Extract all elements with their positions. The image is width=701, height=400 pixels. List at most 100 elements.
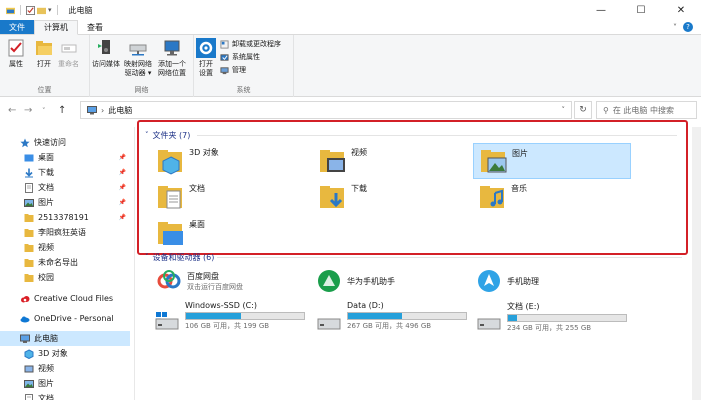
section-divider [197,135,677,136]
devices-header-label: 设备和驱动器 (6) [152,252,215,262]
open-settings-button[interactable]: 打开 设置 [196,38,216,78]
open-folder-icon [36,41,52,55]
folder-label: 下载 [351,184,367,193]
nav-documents-pc[interactable]: 文档 [0,391,130,400]
folder-videos[interactable]: 视频 [319,143,439,179]
ribbon-group-network: 访问媒体 映射网络 驱动器 ▾ 添加一个 网络位置 网络 [90,35,194,97]
ribbon-group-location: 属性 打开 重命名 位置 [0,35,90,97]
nav-this-pc[interactable]: 此电脑 [0,331,130,346]
pin-icon[interactable]: 📌 [119,154,126,161]
pictures-folder-icon [481,150,507,173]
nav-onedrive[interactable]: OneDrive - Personal [0,311,130,326]
forward-arrow-icon[interactable]: → [24,105,32,116]
system-properties-icon [220,53,229,61]
folder-icon [24,228,34,237]
folder-documents[interactable]: 文档 [157,179,277,215]
drive-e[interactable]: 文档 (E:) 234 GB 可用，共 255 GB [477,301,637,337]
rename-button[interactable]: 重命名 [58,38,79,69]
window-controls: — ☐ ✕ [581,0,701,20]
close-button[interactable]: ✕ [661,0,701,20]
nav-3d-objects[interactable]: 3D 对象 [0,346,130,361]
rename-icon [61,44,76,53]
back-arrow-icon[interactable]: ← [8,105,16,116]
group-label-location: 位置 [37,86,52,94]
app-text: 华为手机助手 [347,276,395,287]
nav-pictures[interactable]: 图片 📌 [0,195,130,210]
help-icon[interactable]: ? [683,22,693,32]
maximize-button[interactable]: ☐ [621,0,661,20]
nav-folder-2513378191[interactable]: 2513378191 📌 [0,210,130,225]
access-media-button[interactable]: 访问媒体 [92,38,120,69]
folder-3d-objects[interactable]: 3D 对象 [157,143,277,179]
app-huawei-assistant[interactable]: 华为手机助手 [317,266,467,296]
system-properties-label: 系统属性 [232,53,260,61]
nav-quick-access[interactable]: 快速访问 [0,135,130,150]
manage-button[interactable]: 管理 [220,65,281,75]
folder-pictures[interactable]: 图片 [473,143,631,179]
refresh-button[interactable]: ↻ [574,101,592,119]
properties-button[interactable]: 属性 [6,38,26,69]
pin-icon[interactable]: 📌 [119,199,126,206]
address-dropdown-icon[interactable]: ˅ [562,106,566,114]
folder-downloads[interactable]: 下载 [319,179,439,215]
downloads-folder-icon [320,186,344,208]
tab-computer[interactable]: 计算机 [34,20,78,35]
open-button[interactable]: 打开 [34,38,54,69]
desktop-folder-icon [158,222,183,245]
app-baidu-netdisk[interactable]: 百度网盘 双击运行百度网盘 [157,266,307,296]
tab-view[interactable]: 查看 [78,20,112,34]
map-network-drive-button[interactable]: 映射网络 驱动器 ▾ [124,38,152,78]
pin-icon[interactable]: 📌 [119,169,126,176]
pane-splitter[interactable] [134,127,135,400]
properties-check-icon[interactable] [26,5,35,15]
drive-usage-bar [507,314,627,322]
add-network-location-button[interactable]: 添加一个 网络位置 [158,38,186,78]
nav-folder-unnamed-export[interactable]: 未命名导出 [0,255,130,270]
phone-assistant-icon [478,270,500,292]
minimize-button[interactable]: — [581,0,621,20]
collapse-chevron-icon[interactable]: ˅ [145,131,149,139]
up-arrow-icon[interactable]: ↑ [58,105,66,116]
search-box[interactable]: ⚲ 在 此电脑 中搜索 [596,101,697,119]
3d-objects-folder-icon [158,150,182,175]
pin-icon[interactable]: 📌 [119,184,126,191]
nav-videos[interactable]: 视频 [0,361,130,376]
collapse-chevron-icon[interactable]: ˅ [145,253,149,261]
nav-downloads[interactable]: 下载 📌 [0,165,130,180]
nav-folder-campus[interactable]: 校园 [0,270,130,285]
tab-file[interactable]: 文件 [0,20,34,34]
recent-locations-chevron-icon[interactable]: ˅ [42,107,46,115]
nav-label: 视频 [38,364,54,373]
uninstall-program-button[interactable]: 卸载或更改程序 [220,39,281,49]
drive-info: 文档 (E:) 234 GB 可用，共 255 GB [507,301,627,333]
nav-folder-videos[interactable]: 视频 [0,240,130,255]
nav-pictures-pc[interactable]: 图片 [0,376,130,391]
app-phone-assistant[interactable]: 手机助理 [477,266,627,296]
address-bar[interactable]: › 此电脑 ˅ [80,101,572,119]
drive-c[interactable]: Windows-SSD (C:) 106 GB 可用，共 199 GB [155,301,315,337]
nav-desktop[interactable]: 桌面 📌 [0,150,130,165]
devices-section-header[interactable]: ˅ 设备和驱动器 (6) [145,251,214,263]
folder-desktop[interactable]: 桌面 [157,215,277,251]
nav-label: Creative Cloud Files [34,294,114,303]
quick-access-dropdown-icon[interactable]: ▾ [48,6,52,14]
vertical-scrollbar[interactable] [692,127,701,400]
address-chevron-icon[interactable]: › [101,106,104,115]
search-input[interactable]: 在 此电脑 中搜索 [613,105,674,116]
folder-label: 文档 [189,184,205,193]
folder-icon [24,258,34,267]
folder-music[interactable]: 音乐 [479,179,599,215]
folders-section-header[interactable]: ˅ 文件夹 (7) [145,129,190,141]
document-icon [25,182,33,193]
new-folder-icon[interactable] [37,6,46,15]
app-text: 手机助理 [507,276,539,287]
nav-documents[interactable]: 文档 📌 [0,180,130,195]
drive-d[interactable]: Data (D:) 267 GB 可用，共 496 GB [317,301,477,337]
system-properties-button[interactable]: 系统属性 [220,52,281,62]
nav-folder-english[interactable]: 李阳疯狂英语 [0,225,130,240]
ribbon-expand-icon[interactable]: ˅ [673,23,677,32]
pin-icon[interactable]: 📌 [119,214,126,221]
nav-label: 未命名导出 [38,258,78,267]
nav-creative-cloud[interactable]: Creative Cloud Files [0,291,130,306]
videos-folder-icon [320,150,345,172]
